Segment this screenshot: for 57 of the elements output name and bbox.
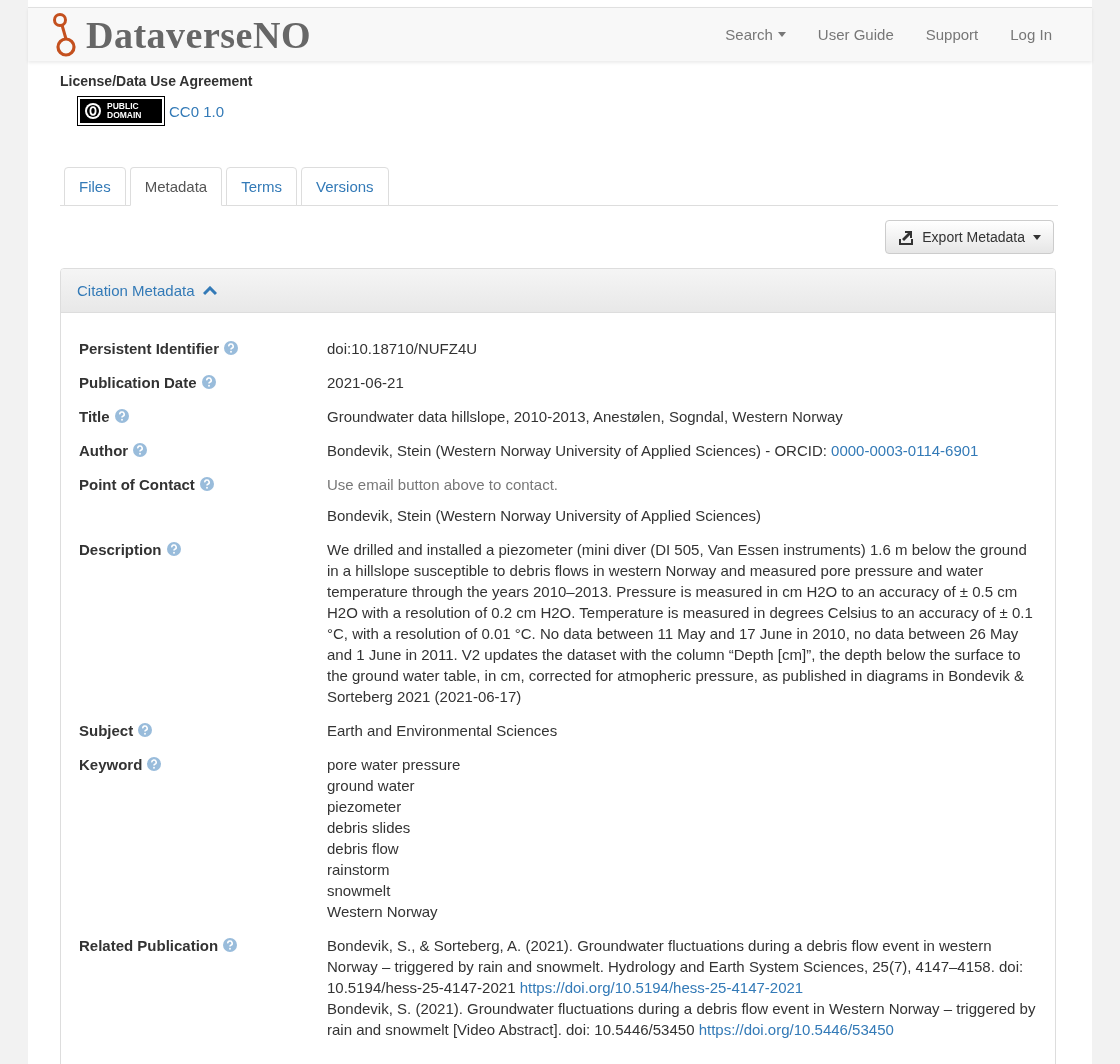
zero-circle-icon xyxy=(84,102,102,120)
value-link[interactable]: https://doi.org/10.5194/hess-25-4147-2021 xyxy=(519,979,804,996)
field-label: Persistent Identifier xyxy=(79,339,220,359)
value-link[interactable]: 0000-0003-0114-6901 xyxy=(831,442,979,459)
field-value: 2021-06-21 xyxy=(327,373,405,393)
field-value: Groundwater data hillslope, 2010-2013, Anestølen, Sogndal, Western Norway xyxy=(327,407,844,427)
tab[interactable]: Terms xyxy=(226,167,298,206)
value-link[interactable]: https://doi.org/10.5446/53450 xyxy=(698,1021,894,1038)
field-value: We drilled and installed a piezometer (mini diver (DI 505, Van Essen instruments) 1.6 m below the ground in a hillslope susceptible to debris flows in western Norway and measured pore pressure and water temperature through the years 2010–2013. Pressure is measured in cm H2O to an accuracy of ± 0.5 cm H2O with a resolution of 0.2 cm H2O. Temperature is measured in degrees Celsius to an accuracy of ± 0.1 °C, with a resolution of 0.01 °C. No data between 11 May and 17 June in 2010, no data between 26 May and 1 June in 2011. V2 updates the dataset with the column “Depth [cm]”, the depth below the surface to the ground water table, in cm, corrected for atmopheric pressure, as published in diagrams in Bondevik & Sorteberg 2021 (2021-06-17) xyxy=(327,540,1034,707)
field-label: Publication Date xyxy=(79,373,197,393)
panel-header[interactable]: Citation Metadata xyxy=(61,269,1055,313)
tab[interactable]: Versions xyxy=(301,167,389,206)
help-icon[interactable] xyxy=(166,542,181,556)
help-icon[interactable] xyxy=(224,341,239,355)
nav-link[interactable]: Support xyxy=(925,26,979,43)
help-icon[interactable] xyxy=(201,375,216,389)
keyword: debris flow xyxy=(327,839,400,859)
help-icon[interactable] xyxy=(114,409,129,423)
field-label: Author xyxy=(79,441,129,461)
help-icon[interactable] xyxy=(147,757,162,771)
export-button[interactable]: Export Metadata xyxy=(885,220,1054,254)
field-label: Related Publication xyxy=(79,936,219,956)
logo-icon xyxy=(52,11,78,58)
help-icon[interactable] xyxy=(223,938,238,952)
keyword: snowmelt xyxy=(327,881,392,901)
keyword: Western Norway xyxy=(327,902,439,922)
keyword: debris slides xyxy=(327,818,412,838)
tab[interactable]: Files xyxy=(64,167,126,206)
help-icon[interactable] xyxy=(199,477,214,491)
nav-link[interactable]: Log In xyxy=(1010,26,1052,43)
field-label: Point of Contact xyxy=(79,475,195,495)
license-heading: License/Data Use Agreement xyxy=(60,73,254,89)
brand-name[interactable]: DataverseNO xyxy=(86,12,311,57)
field-value: Bondevik, Stein (Western Norway University of Applied Sciences) xyxy=(327,506,763,526)
caret-icon xyxy=(1033,234,1041,240)
field-value: Use email button above to contact. xyxy=(327,475,559,495)
keyword: rainstorm xyxy=(327,860,391,880)
field-value: doi:10.18710/NUFZ4U xyxy=(327,339,479,359)
field-value: Earth and Environmental Sciences xyxy=(327,721,559,741)
keyword: ground water xyxy=(327,776,416,796)
field-label: Title xyxy=(79,407,110,427)
public-domain-badge: PUBLIC DOMAIN xyxy=(78,97,164,125)
field-label: Subject xyxy=(79,721,134,741)
field-label: Keyword xyxy=(79,755,143,775)
export-icon xyxy=(898,229,915,245)
license-link[interactable]: CC0 1.0 xyxy=(169,102,225,120)
tab[interactable]: Metadata xyxy=(129,167,223,206)
field-value: Bondevik, S. (2021). Groundwater fluctuations during a debris flow event in Western Norway – triggered by rain and snowmelt [Video Abstract]. doi: 10.5446/53450 https://doi.org/10.5446/53450 xyxy=(327,999,1037,1040)
field-value: Bondevik, S., & Sorteberg, A. (2021). Groundwater fluctuations during a debris flow event in western Norway – triggered by rain and snowmelt. Hydrology and Earth System Sciences, 25(7), 4147–4158. doi: 10.5194/hess-25-4147-2021 https://doi.org/10.5194/hess-25-4147-2021 xyxy=(327,936,1025,998)
keyword: pore water pressure xyxy=(327,755,462,775)
nav-link[interactable]: Search xyxy=(725,26,786,43)
nav-link[interactable]: User Guide xyxy=(817,26,894,43)
help-icon[interactable] xyxy=(133,443,148,457)
keyword: piezometer xyxy=(327,797,403,817)
help-icon[interactable] xyxy=(138,723,153,737)
field-label: Description xyxy=(79,540,162,560)
field-value: Bondevik, Stein (Western Norway University of Applied Sciences) - ORCID: 0000-0003-0114-6901 xyxy=(327,441,980,461)
